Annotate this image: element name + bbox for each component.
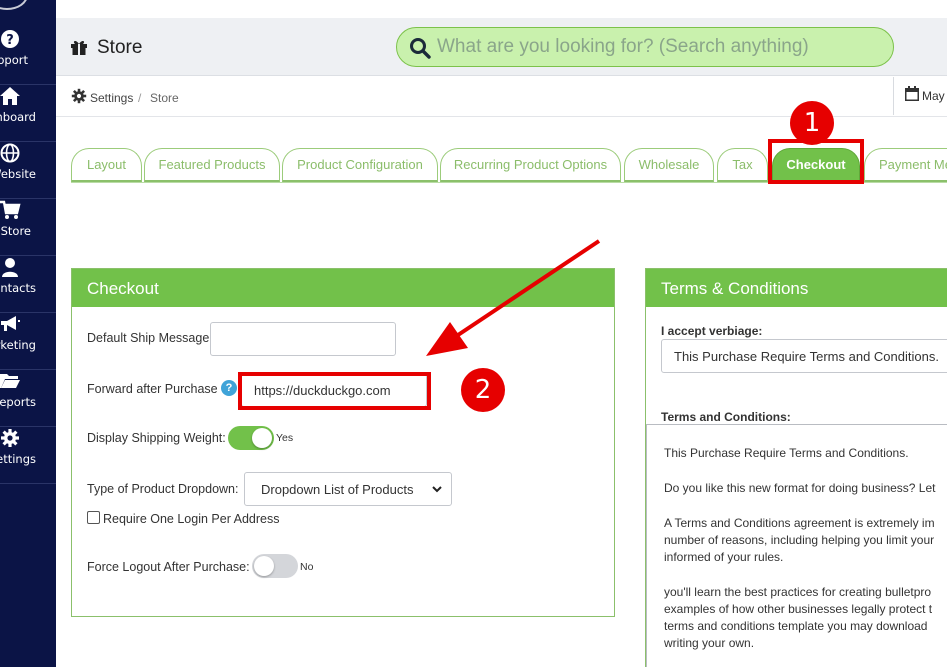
- folder-icon: [0, 370, 24, 392]
- megaphone-icon: [0, 313, 24, 335]
- breadcrumb-separator: /: [138, 91, 142, 105]
- forward-field-highlight: [238, 372, 431, 410]
- sidebar-item-reports[interactable]: Reports: [0, 370, 56, 427]
- step-badge-1: 1: [790, 101, 834, 145]
- tab-layout[interactable]: Layout: [71, 148, 142, 183]
- terms-paragraph: you'll learn the best practices for crea…: [664, 585, 933, 650]
- display-shipping-weight-label: Display Shipping Weight:: [87, 431, 226, 445]
- tab-product-configuration[interactable]: Product Configuration: [282, 148, 438, 183]
- force-logout-toggle[interactable]: [252, 554, 298, 578]
- checkout-panel-title: Checkout: [72, 269, 614, 307]
- sidebar-label-dashboard: Dashboard: [0, 110, 36, 124]
- tab-payment-methods[interactable]: Payment Methods: [864, 148, 947, 183]
- home-icon: [0, 85, 24, 107]
- chevron-down-icon: [431, 483, 443, 495]
- left-sidebar: ? Support Dashboard Website Store Contac…: [0, 0, 56, 667]
- sidebar-item-store[interactable]: Store: [0, 199, 56, 256]
- terms-label: Terms and Conditions:: [661, 410, 791, 424]
- gift-icon: [70, 38, 90, 58]
- step-badge-2: 2: [461, 368, 505, 412]
- accept-verbiage-label: I accept verbiage:: [661, 324, 763, 338]
- tab-wholesale[interactable]: Wholesale: [624, 148, 714, 183]
- sidebar-label-support: Support: [0, 53, 28, 67]
- svg-text:?: ?: [6, 33, 14, 48]
- sidebar-label-contacts: Contacts: [0, 281, 36, 295]
- sidebar-item-contacts[interactable]: Contacts: [0, 256, 56, 313]
- sidebar-item-settings[interactable]: Settings: [0, 427, 56, 484]
- sidebar-label-store: Store: [0, 224, 31, 238]
- search-bar[interactable]: [396, 27, 894, 67]
- force-logout-state: No: [300, 561, 314, 573]
- force-logout-label: Force Logout After Purchase:: [87, 560, 250, 574]
- breadcrumb-store: Store: [150, 91, 179, 105]
- breadcrumb-settings-link[interactable]: Settings: [90, 91, 133, 105]
- display-shipping-weight-state: Yes: [276, 432, 294, 444]
- tab-tax[interactable]: Tax: [717, 148, 768, 183]
- logo-icon[interactable]: [0, 0, 28, 10]
- sidebar-item-website[interactable]: Website: [0, 142, 56, 199]
- gear-icon: [0, 427, 24, 449]
- accept-verbiage-field[interactable]: [661, 339, 947, 373]
- terms-paragraph: Do you like this new format for doing bu…: [664, 481, 936, 495]
- checkout-tab-highlight: [768, 139, 864, 184]
- tab-featured-products[interactable]: Featured Products: [144, 148, 280, 183]
- date-display[interactable]: May 1: [893, 77, 947, 115]
- sidebar-item-dashboard[interactable]: Dashboard: [0, 85, 56, 142]
- product-dropdown-select[interactable]: Dropdown List of Products: [244, 472, 452, 506]
- date-text: May 1: [922, 89, 947, 103]
- terms-paragraph: A Terms and Conditions agreement is extr…: [664, 516, 935, 564]
- sidebar-label-settings: Settings: [0, 452, 36, 466]
- product-dropdown-label: Type of Product Dropdown:: [87, 482, 239, 496]
- search-input[interactable]: [437, 34, 877, 60]
- sidebar-label-marketing: Marketing: [0, 338, 36, 352]
- default-ship-message-label: Default Ship Message: [87, 331, 210, 345]
- cart-icon: [0, 199, 24, 221]
- terms-panel-title: Terms & Conditions: [646, 269, 947, 307]
- require-login-label: Require One Login Per Address: [103, 512, 280, 526]
- forward-after-purchase-label: Forward after Purchase: [87, 382, 218, 396]
- require-login-checkbox[interactable]: [87, 511, 100, 524]
- page-header: Store: [56, 18, 947, 76]
- product-dropdown-value: Dropdown List of Products: [261, 481, 414, 497]
- terms-paragraph: This Purchase Require Terms and Conditio…: [664, 446, 909, 460]
- sidebar-label-reports: Reports: [0, 395, 36, 409]
- display-shipping-weight-toggle[interactable]: [228, 426, 274, 450]
- calendar-icon: [905, 86, 919, 101]
- default-ship-message-field[interactable]: [210, 322, 396, 356]
- globe-icon: [0, 142, 24, 164]
- help-icon[interactable]: ?: [221, 380, 237, 396]
- sidebar-item-support[interactable]: ? Support: [0, 28, 56, 85]
- terms-textarea[interactable]: This Purchase Require Terms and Conditio…: [646, 424, 947, 667]
- tab-recurring-product-options[interactable]: Recurring Product Options: [440, 148, 621, 183]
- search-icon: [409, 37, 431, 59]
- sidebar-label-website: Website: [0, 167, 36, 181]
- user-icon: [0, 256, 24, 278]
- page-title: Store: [97, 37, 143, 58]
- question-circle-icon: ?: [0, 28, 24, 50]
- gear-icon: [71, 88, 87, 104]
- sidebar-item-marketing[interactable]: Marketing: [0, 313, 56, 370]
